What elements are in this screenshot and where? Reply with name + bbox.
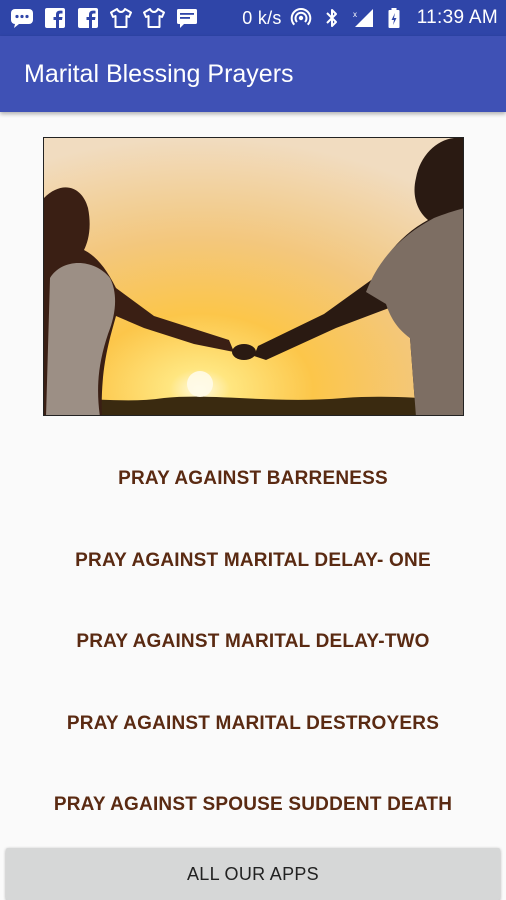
menu-item-marital-delay-one[interactable]: PRAY AGAINST MARITAL DELAY- ONE xyxy=(0,550,506,572)
all-our-apps-button[interactable]: ALL OUR APPS xyxy=(6,848,500,900)
facebook-icon xyxy=(43,6,67,30)
menu-item-marital-delay-two[interactable]: PRAY AGAINST MARITAL DELAY-TWO xyxy=(0,631,506,653)
network-speed: 0 k/s xyxy=(242,7,282,28)
notification-icons xyxy=(10,6,199,30)
app-bar: Marital Blessing Prayers xyxy=(0,36,506,112)
chat-bubble-icon xyxy=(10,6,34,30)
message-icon xyxy=(175,6,199,30)
svg-text:x: x xyxy=(353,10,357,19)
menu-item-marital-destroyers[interactable]: PRAY AGAINST MARITAL DESTROYERS xyxy=(0,713,506,735)
tshirt-icon xyxy=(142,6,166,30)
menu-item-barreness[interactable]: PRAY AGAINST BARRENESS xyxy=(0,468,506,490)
signal-icon: x xyxy=(351,6,375,30)
hero-image xyxy=(43,137,464,416)
tshirt-icon xyxy=(109,6,133,30)
battery-icon xyxy=(382,6,406,30)
system-status: 0 k/s x 11:39 AM xyxy=(242,6,498,30)
app-title: Marital Blessing Prayers xyxy=(24,59,294,88)
clock: 11:39 AM xyxy=(416,7,498,28)
menu-item-spouse-sudden-death[interactable]: PRAY AGAINST SPOUSE SUDDENT DEATH xyxy=(0,794,506,816)
sunset-couple-illustration xyxy=(44,138,463,415)
facebook-icon xyxy=(76,6,100,30)
bluetooth-icon xyxy=(320,6,344,30)
hotspot-icon xyxy=(289,6,313,30)
status-bar: 0 k/s x 11:39 AM xyxy=(0,0,506,36)
